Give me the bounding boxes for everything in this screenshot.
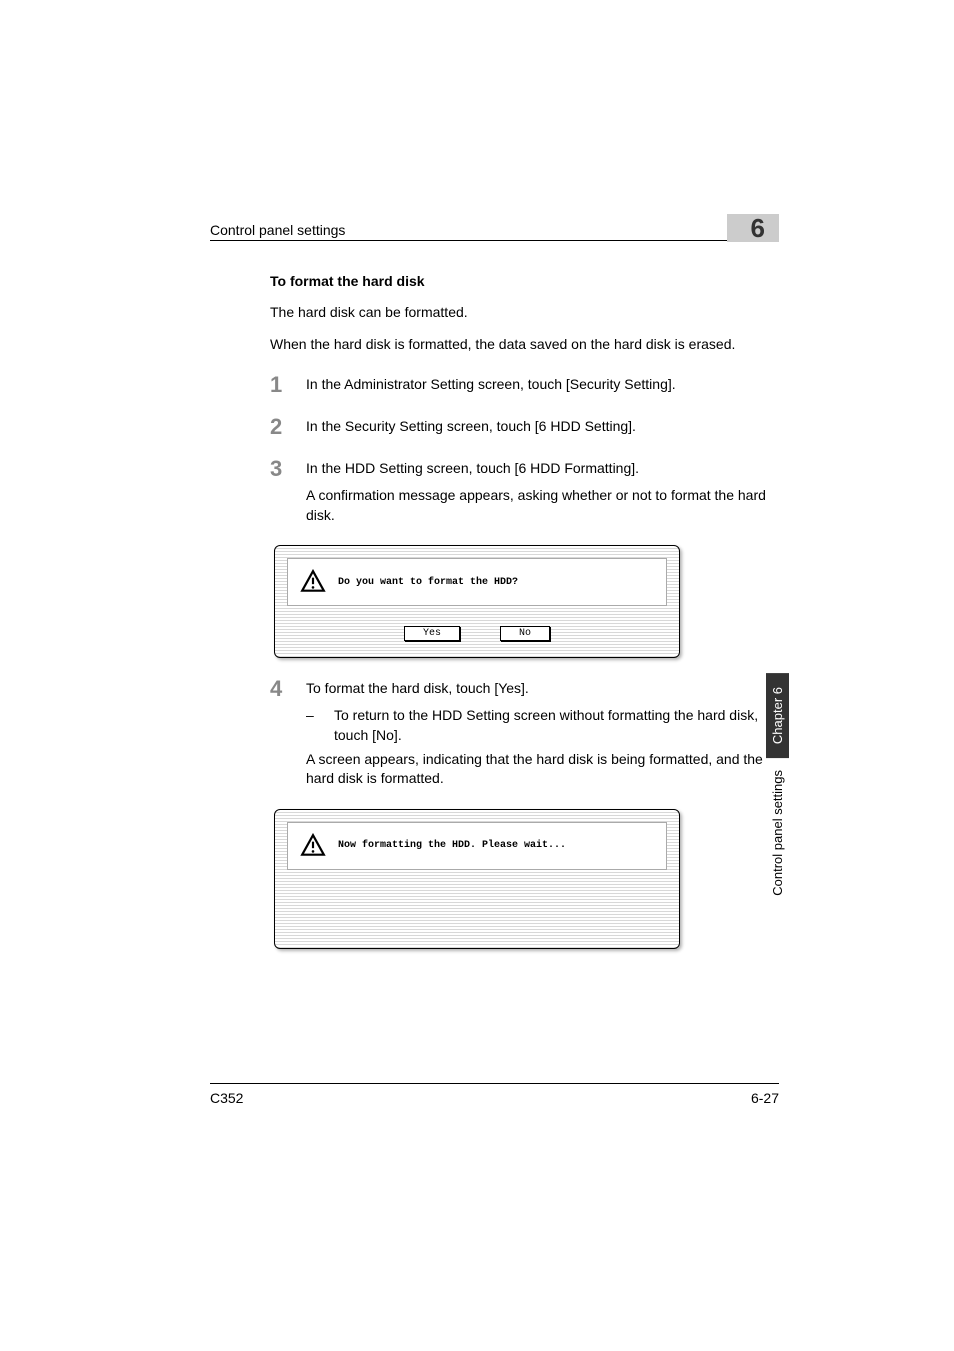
sub-step-text: To return to the HDD Setting screen with… xyxy=(334,706,779,745)
footer-model: C352 xyxy=(210,1090,243,1106)
step-text: In the Security Setting screen, touch [6… xyxy=(306,416,779,438)
footer-page: 6-27 xyxy=(751,1090,779,1106)
chapter-number: 6 xyxy=(751,213,765,244)
warning-icon xyxy=(300,569,326,595)
step-number: 3 xyxy=(270,458,306,480)
formatting-dialog: Now formatting the HDD. Please wait... xyxy=(274,809,680,949)
step-text: In the Administrator Setting screen, tou… xyxy=(306,374,779,396)
intro-paragraph-2: When the hard disk is formatted, the dat… xyxy=(270,335,779,355)
intro-paragraph-1: The hard disk can be formatted. xyxy=(270,303,779,323)
header-title: Control panel settings xyxy=(210,222,345,238)
step-3: 3 In the HDD Setting screen, touch [6 HD… xyxy=(270,458,779,480)
step-3-continue: A confirmation message appears, asking w… xyxy=(306,486,779,525)
no-button[interactable]: No xyxy=(500,626,550,641)
side-section-tab: Control panel settings xyxy=(766,764,789,902)
dialog-buttons: Yes No xyxy=(287,626,667,645)
step-4: 4 To format the hard disk, touch [Yes]. xyxy=(270,678,779,700)
dialog-message-row: Now formatting the HDD. Please wait... xyxy=(287,822,667,870)
step-4-sub: – To return to the HDD Setting screen wi… xyxy=(306,706,779,745)
chapter-box: 6 xyxy=(727,214,779,242)
dialog-message-row: Do you want to format the HDD? xyxy=(287,558,667,606)
section-title: To format the hard disk xyxy=(270,273,779,289)
side-chapter-tab: Chapter 6 xyxy=(766,673,789,758)
confirm-dialog: Do you want to format the HDD? Yes No xyxy=(274,545,680,658)
step-4-continue: A screen appears, indicating that the ha… xyxy=(306,750,779,789)
step-text: In the HDD Setting screen, touch [6 HDD … xyxy=(306,458,779,480)
dash: – xyxy=(306,706,334,745)
yes-button[interactable]: Yes xyxy=(404,626,460,641)
step-number: 2 xyxy=(270,416,306,438)
page-header: Control panel settings 6 xyxy=(210,210,779,241)
step-number: 4 xyxy=(270,678,306,700)
dialog-message: Do you want to format the HDD? xyxy=(338,577,518,588)
step-2: 2 In the Security Setting screen, touch … xyxy=(270,416,779,438)
step-text: To format the hard disk, touch [Yes]. xyxy=(306,678,779,700)
page-footer: C352 6-27 xyxy=(210,1083,779,1106)
warning-icon xyxy=(300,833,326,859)
dialog-message: Now formatting the HDD. Please wait... xyxy=(338,840,566,851)
step-1: 1 In the Administrator Setting screen, t… xyxy=(270,374,779,396)
step-number: 1 xyxy=(270,374,306,396)
side-tabs: Chapter 6 Control panel settings xyxy=(766,673,789,902)
